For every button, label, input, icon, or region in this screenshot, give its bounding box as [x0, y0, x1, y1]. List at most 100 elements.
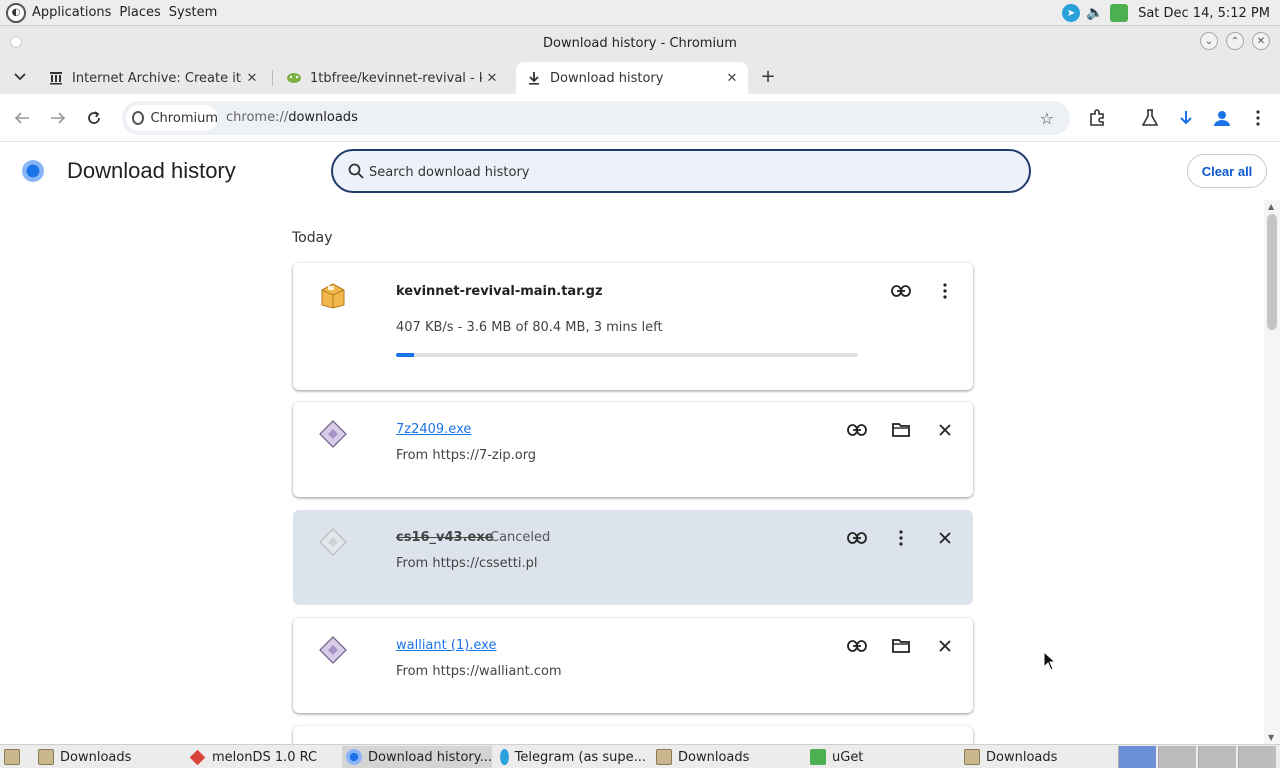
forward-button[interactable] — [48, 108, 68, 128]
page-title: Download history — [67, 158, 236, 183]
remove-from-list-button[interactable] — [932, 633, 958, 659]
internet-archive-icon — [48, 70, 64, 86]
telegram-tray-icon[interactable]: ➤ — [1062, 4, 1081, 22]
download-item: walliant (1).exe From https://walliant.c… — [293, 618, 973, 713]
kebab-menu-icon — [1256, 110, 1260, 126]
window-title: Download history - Chromium — [543, 35, 737, 51]
link-icon — [891, 285, 911, 297]
profile-button[interactable] — [1210, 106, 1234, 130]
tab-download-history[interactable]: Download history ✕ — [516, 62, 748, 94]
chromium-icon — [346, 749, 362, 765]
taskbar-item[interactable]: Downloads — [34, 746, 184, 768]
source-url[interactable]: https://walliant.com — [432, 664, 561, 679]
tab-label: Download history — [550, 70, 664, 86]
taskbar-item[interactable]: Downloads — [652, 746, 802, 768]
source-url[interactable]: https://7-zip.org — [432, 448, 536, 463]
remove-from-list-button[interactable] — [932, 525, 958, 551]
volume-tray-icon[interactable]: 🔈 — [1086, 4, 1104, 22]
uget-tray-icon[interactable] — [1110, 4, 1129, 22]
taskbar-item[interactable]: Telegram (as supe... — [496, 746, 646, 768]
url-text[interactable]: chrome://downloads — [226, 110, 358, 125]
menu-button[interactable] — [1246, 106, 1270, 130]
close-window-button[interactable]: ✕ — [1252, 32, 1270, 50]
remove-from-list-button[interactable] — [932, 417, 958, 443]
bookmark-star-icon[interactable]: ☆ — [1040, 109, 1054, 128]
downloads-button[interactable] — [1174, 106, 1198, 130]
file-name-link[interactable]: 7z2409.exe — [396, 422, 471, 437]
minimize-button[interactable]: ⌄ — [1200, 32, 1218, 50]
window-menu-button[interactable] — [10, 36, 22, 48]
workspace-4-button[interactable] — [1238, 746, 1276, 768]
reload-button[interactable] — [84, 108, 104, 128]
labs-button[interactable] — [1138, 106, 1162, 130]
more-actions-button[interactable] — [888, 525, 914, 551]
download-item: kevinnet-revival-main.tar.gz 407 KB/s - … — [293, 263, 973, 390]
scrollbar-thumb[interactable] — [1267, 214, 1277, 330]
address-bar[interactable]: Chromium chrome://downloads ☆ — [122, 101, 1070, 135]
more-actions-button[interactable] — [932, 278, 958, 304]
search-icon — [348, 163, 364, 179]
page-scrollbar[interactable]: ▲ ▼ — [1264, 200, 1280, 744]
puzzle-icon — [1090, 109, 1104, 126]
taskbar-item[interactable]: uGet — [806, 746, 956, 768]
folder-icon — [892, 423, 910, 437]
source-url[interactable]: https://cssetti.pl — [432, 556, 537, 571]
canceled-status: Canceled — [490, 530, 551, 545]
extensions-button[interactable] — [1085, 106, 1109, 130]
tab-label: 1tbfree/kevinnet-revival - ke — [310, 70, 482, 86]
system-menu[interactable]: System — [169, 5, 217, 20]
window-controls: ⌄ ⌃ ✕ — [1200, 32, 1270, 50]
copy-link-button[interactable] — [888, 278, 914, 304]
workspace-3-button[interactable] — [1198, 746, 1236, 768]
close-icon — [939, 424, 951, 436]
window-titlebar: Download history - Chromium ⌄ ⌃ ✕ — [0, 26, 1280, 60]
taskbar-item[interactable]: melonDS 1.0 RC — [188, 746, 338, 768]
show-in-folder-button[interactable] — [888, 417, 914, 443]
mouse-pointer-icon — [1043, 651, 1055, 671]
download-status: 407 KB/s - 3.6 MB of 80.4 MB, 3 mins lef… — [396, 320, 663, 335]
places-menu[interactable]: Places — [119, 5, 160, 20]
date-section-label: Today — [292, 230, 333, 246]
show-in-folder-button[interactable] — [888, 633, 914, 659]
applications-menu[interactable]: Applications — [32, 5, 111, 20]
exe-file-icon — [319, 420, 347, 448]
download-icon — [526, 70, 542, 86]
scroll-up-arrow-icon[interactable]: ▲ — [1268, 202, 1274, 211]
system-top-panel: ◐ Applications Places System ➤ 🔈 Sat Dec… — [0, 0, 1280, 26]
tab-github[interactable]: 1tbfree/kevinnet-revival - ke ✕ — [276, 62, 508, 94]
taskbar-item[interactable]: Downloads — [960, 746, 1110, 768]
new-tab-button[interactable]: + — [758, 66, 778, 87]
copy-link-button[interactable] — [844, 525, 870, 551]
back-button[interactable] — [12, 108, 32, 128]
tab-search-button[interactable] — [10, 68, 30, 86]
github-icon — [286, 70, 302, 86]
tab-strip: Internet Archive: Create item ✕ 1tbfree/… — [0, 60, 1280, 94]
copy-link-button[interactable] — [844, 633, 870, 659]
taskbar-item-label: Downloads — [678, 749, 750, 765]
download-arrow-icon — [1180, 111, 1192, 125]
tab-close-icon[interactable]: ✕ — [482, 71, 502, 86]
show-desktop-button[interactable] — [0, 746, 26, 768]
distro-logo-icon[interactable]: ◐ — [6, 2, 26, 23]
search-box[interactable] — [331, 149, 1031, 193]
taskbar-item-label: melonDS 1.0 RC — [212, 749, 318, 765]
maximize-button[interactable]: ⌃ — [1226, 32, 1244, 50]
download-item-canceled: cs16_v43.exe Canceled From https://csset… — [293, 510, 973, 605]
scroll-down-arrow-icon[interactable]: ▼ — [1268, 733, 1274, 742]
download-item: 7z2409.exe From https://7-zip.org — [293, 402, 973, 497]
workspace-2-button[interactable] — [1158, 746, 1196, 768]
file-name-link[interactable]: walliant (1).exe — [396, 638, 496, 653]
taskbar-item-active[interactable]: Download history... — [342, 746, 492, 768]
clear-all-button[interactable]: Clear all — [1187, 154, 1267, 188]
taskbar-item-label: uGet — [832, 749, 864, 765]
site-info-chip[interactable]: Chromium — [126, 105, 218, 131]
search-input[interactable] — [369, 161, 969, 183]
system-clock[interactable]: Sat Dec 14, 5:12 PM — [1138, 6, 1270, 21]
workspace-1-button[interactable] — [1118, 746, 1156, 768]
copy-link-button[interactable] — [844, 417, 870, 443]
tab-internet-archive[interactable]: Internet Archive: Create item ✕ — [38, 62, 268, 94]
close-icon — [939, 532, 951, 544]
file-name: cs16_v43.exe — [396, 530, 494, 545]
tab-close-icon[interactable]: ✕ — [722, 71, 742, 86]
tab-close-icon[interactable]: ✕ — [242, 71, 262, 86]
